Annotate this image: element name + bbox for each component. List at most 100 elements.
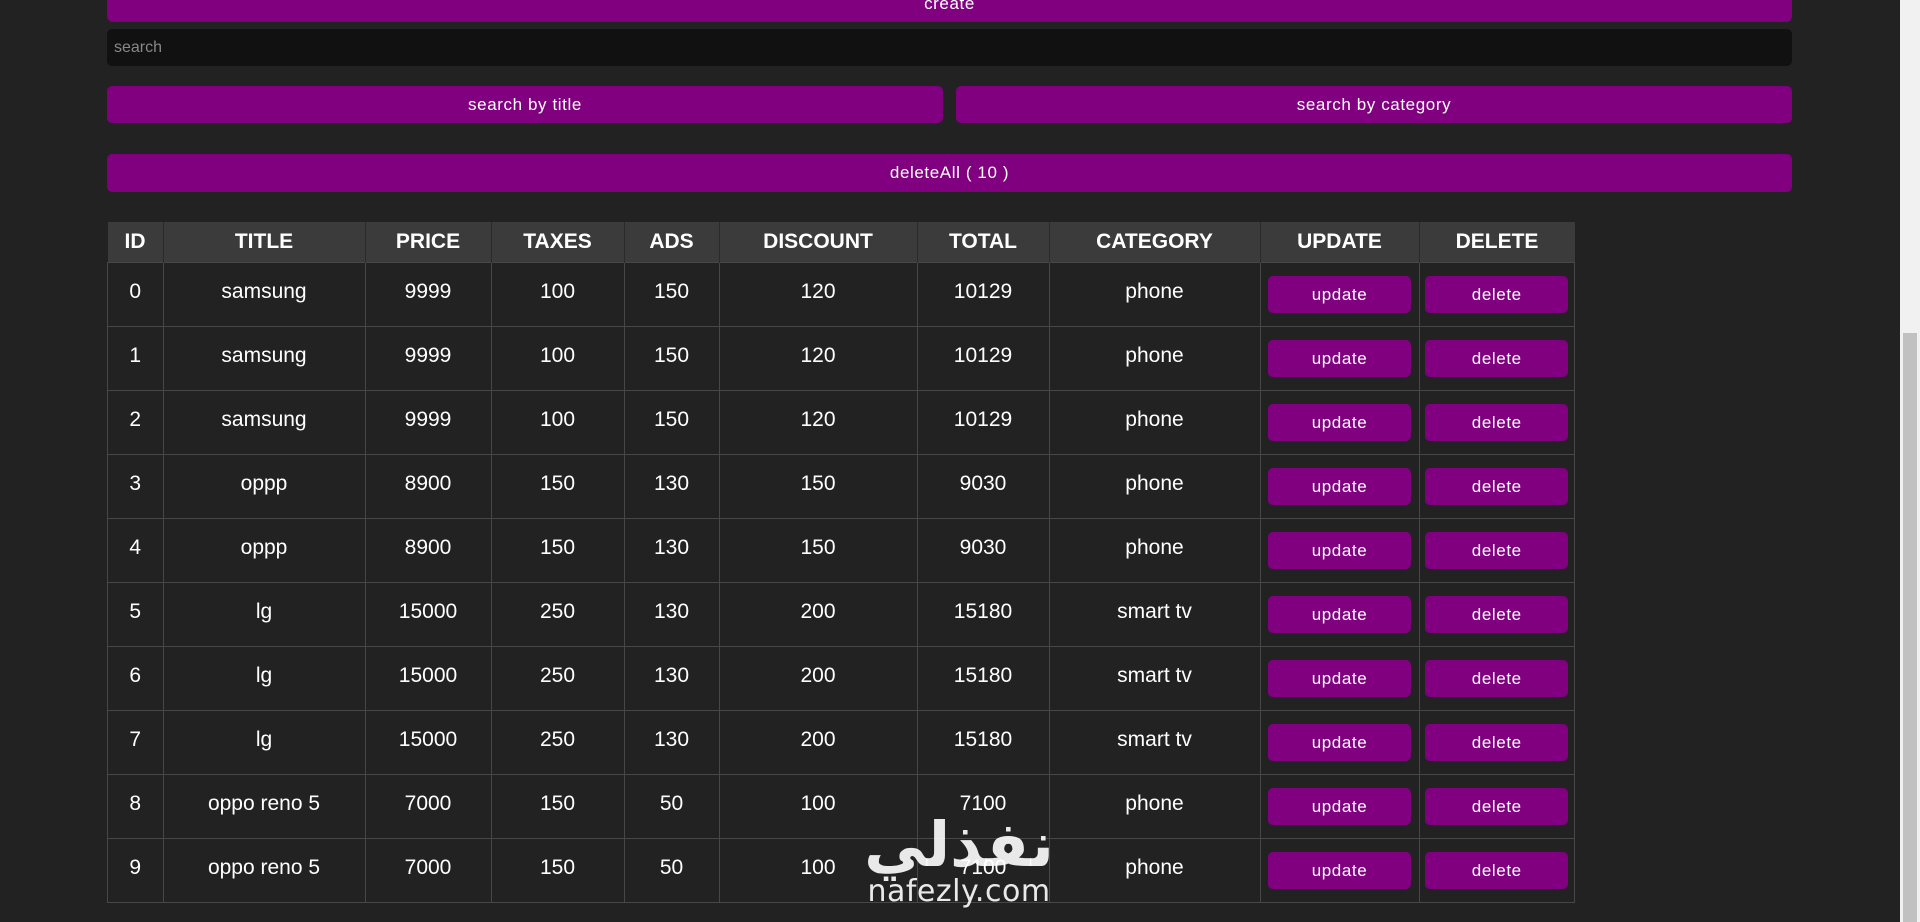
cell-discount: 100: [718, 774, 917, 839]
cell-ads: 150: [623, 390, 719, 455]
search-by-category-button[interactable]: search by category: [956, 86, 1792, 123]
cell-category: phone: [1048, 518, 1260, 583]
cell-taxes: 250: [490, 582, 624, 647]
cell-delete: delete: [1418, 774, 1575, 839]
cell-taxes: 150: [490, 838, 624, 903]
table-row: 7 lg 15000 250 130 200 15180 smart tv up…: [107, 710, 1575, 775]
cell-price: 9999: [364, 390, 491, 455]
update-button[interactable]: update: [1268, 532, 1411, 569]
cell-delete: delete: [1418, 582, 1575, 647]
cell-delete: delete: [1418, 646, 1575, 711]
cell-total: 7100: [916, 838, 1049, 903]
cell-total: 15180: [916, 582, 1049, 647]
cell-total: 10129: [916, 262, 1049, 327]
cell-total: 9030: [916, 454, 1049, 519]
column-header-ads: ADS: [623, 222, 719, 263]
cell-delete: delete: [1418, 326, 1575, 391]
cell-discount: 200: [718, 710, 917, 775]
cell-id: 6: [107, 646, 163, 711]
cell-delete: delete: [1418, 838, 1575, 903]
delete-all-button[interactable]: deleteAll ( 10 ): [107, 154, 1792, 192]
cell-category: phone: [1048, 326, 1260, 391]
update-button[interactable]: update: [1268, 660, 1411, 697]
vertical-scrollbar[interactable]: [1900, 0, 1920, 922]
products-table: ID TITLE PRICE TAXES ADS DISCOUNT TOTAL …: [107, 222, 1575, 903]
column-header-id: ID: [107, 222, 163, 263]
cell-total: 10129: [916, 326, 1049, 391]
cell-update: update: [1259, 262, 1419, 327]
cell-ads: 50: [623, 774, 719, 839]
cell-price: 7000: [364, 774, 491, 839]
cell-id: 8: [107, 774, 163, 839]
cell-id: 0: [107, 262, 163, 327]
update-button[interactable]: update: [1268, 788, 1411, 825]
table-row: 6 lg 15000 250 130 200 15180 smart tv up…: [107, 646, 1575, 711]
cell-total: 9030: [916, 518, 1049, 583]
table-body: 0 samsung 9999 100 150 120 10129 phone u…: [107, 262, 1575, 903]
update-button[interactable]: update: [1268, 852, 1411, 889]
delete-button[interactable]: delete: [1425, 596, 1569, 633]
cell-ads: 130: [623, 582, 719, 647]
delete-button[interactable]: delete: [1425, 788, 1569, 825]
update-button[interactable]: update: [1268, 340, 1411, 377]
cell-id: 5: [107, 582, 163, 647]
column-header-price: PRICE: [364, 222, 491, 263]
update-button[interactable]: update: [1268, 276, 1411, 313]
cell-delete: delete: [1418, 390, 1575, 455]
delete-button[interactable]: delete: [1425, 724, 1569, 761]
cell-ads: 150: [623, 262, 719, 327]
delete-button[interactable]: delete: [1425, 532, 1569, 569]
cell-id: 1: [107, 326, 163, 391]
delete-button[interactable]: delete: [1425, 404, 1569, 441]
cell-category: phone: [1048, 774, 1260, 839]
search-by-title-button[interactable]: search by title: [107, 86, 943, 123]
delete-button[interactable]: delete: [1425, 276, 1569, 313]
update-button[interactable]: update: [1268, 724, 1411, 761]
cell-price: 8900: [364, 518, 491, 583]
column-header-title: TITLE: [162, 222, 365, 263]
cell-taxes: 100: [490, 262, 624, 327]
cell-update: update: [1259, 646, 1419, 711]
delete-button[interactable]: delete: [1425, 468, 1569, 505]
cell-total: 15180: [916, 646, 1049, 711]
column-header-delete: DELETE: [1418, 222, 1575, 263]
delete-button[interactable]: delete: [1425, 340, 1569, 377]
cell-taxes: 100: [490, 326, 624, 391]
delete-button[interactable]: delete: [1425, 660, 1569, 697]
cell-price: 15000: [364, 646, 491, 711]
cell-id: 2: [107, 390, 163, 455]
cell-price: 9999: [364, 326, 491, 391]
cell-delete: delete: [1418, 710, 1575, 775]
cell-title: oppp: [162, 454, 365, 519]
cell-taxes: 100: [490, 390, 624, 455]
cell-title: samsung: [162, 326, 365, 391]
update-button[interactable]: update: [1268, 404, 1411, 441]
create-button[interactable]: create: [107, 0, 1792, 22]
cell-ads: 130: [623, 518, 719, 583]
cell-update: update: [1259, 326, 1419, 391]
cell-id: 7: [107, 710, 163, 775]
delete-button[interactable]: delete: [1425, 852, 1569, 889]
update-button[interactable]: update: [1268, 468, 1411, 505]
cell-category: phone: [1048, 454, 1260, 519]
column-header-total: TOTAL: [916, 222, 1049, 263]
cell-ads: 150: [623, 326, 719, 391]
cell-ads: 130: [623, 710, 719, 775]
cell-update: update: [1259, 774, 1419, 839]
cell-taxes: 150: [490, 774, 624, 839]
cell-delete: delete: [1418, 518, 1575, 583]
scrollbar-thumb[interactable]: [1903, 333, 1917, 922]
column-header-taxes: TAXES: [490, 222, 624, 263]
cell-title: oppp: [162, 518, 365, 583]
search-input[interactable]: [107, 29, 1792, 66]
cell-discount: 120: [718, 390, 917, 455]
cell-category: phone: [1048, 390, 1260, 455]
table-row: 1 samsung 9999 100 150 120 10129 phone u…: [107, 326, 1575, 391]
update-button[interactable]: update: [1268, 596, 1411, 633]
cell-total: 15180: [916, 710, 1049, 775]
cell-category: phone: [1048, 262, 1260, 327]
cell-category: smart tv: [1048, 710, 1260, 775]
cell-taxes: 150: [490, 454, 624, 519]
table-row: 3 oppp 8900 150 130 150 9030 phone updat…: [107, 454, 1575, 519]
table-row: 2 samsung 9999 100 150 120 10129 phone u…: [107, 390, 1575, 455]
